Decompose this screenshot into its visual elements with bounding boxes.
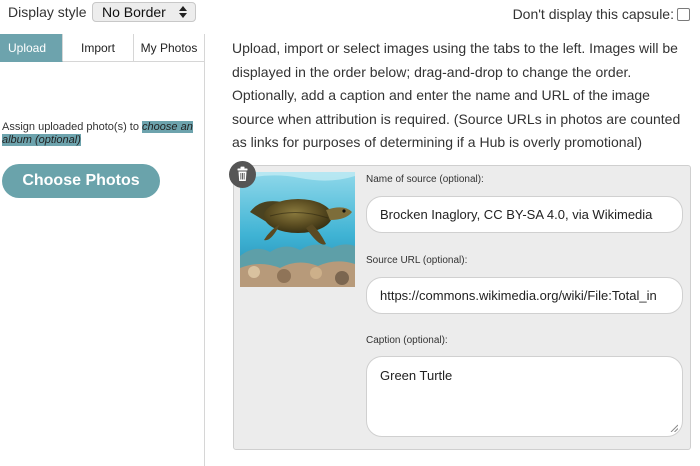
left-panel: Upload Import My Photos Assign uploaded … [0,34,205,466]
dont-display-capsule-checkbox[interactable] [677,8,690,21]
caption-value: Green Turtle [380,368,453,383]
source-name-label: Name of source (optional): [366,174,484,185]
display-style-label: Display style [8,4,87,20]
choose-photos-button[interactable]: Choose Photos [2,164,160,198]
caption-textarea[interactable]: Green Turtle [366,356,683,437]
delete-photo-button[interactable] [229,161,256,188]
tab-my-photos[interactable]: My Photos [134,34,204,62]
assign-album-text: Assign uploaded photo(s) to choose an al… [2,121,197,147]
trash-icon [237,166,248,181]
display-style-value: No Border [102,4,166,20]
source-url-input[interactable]: https://commons.wikimedia.org/wiki/File:… [366,277,683,314]
instructions-text: Upload, import or select images using th… [232,40,681,151]
dont-display-capsule-label: Don't display this capsule: [512,6,674,22]
photo-thumbnail[interactable] [240,172,355,287]
caption-label: Caption (optional): [366,335,448,346]
source-name-input[interactable]: Brocken Inaglory, CC BY-SA 4.0, via Wiki… [366,196,683,233]
turtle-photo-image [240,172,355,287]
tab-import[interactable]: Import [63,34,134,62]
select-arrows-icon [179,6,187,18]
photo-source-tabs: Upload Import My Photos [0,34,204,62]
assign-album-label: Assign uploaded photo(s) to [2,121,143,133]
tab-upload[interactable]: Upload [0,34,63,62]
resize-handle-icon[interactable] [670,424,678,432]
display-style-select[interactable]: No Border [92,2,196,22]
source-url-label: Source URL (optional): [366,255,468,266]
